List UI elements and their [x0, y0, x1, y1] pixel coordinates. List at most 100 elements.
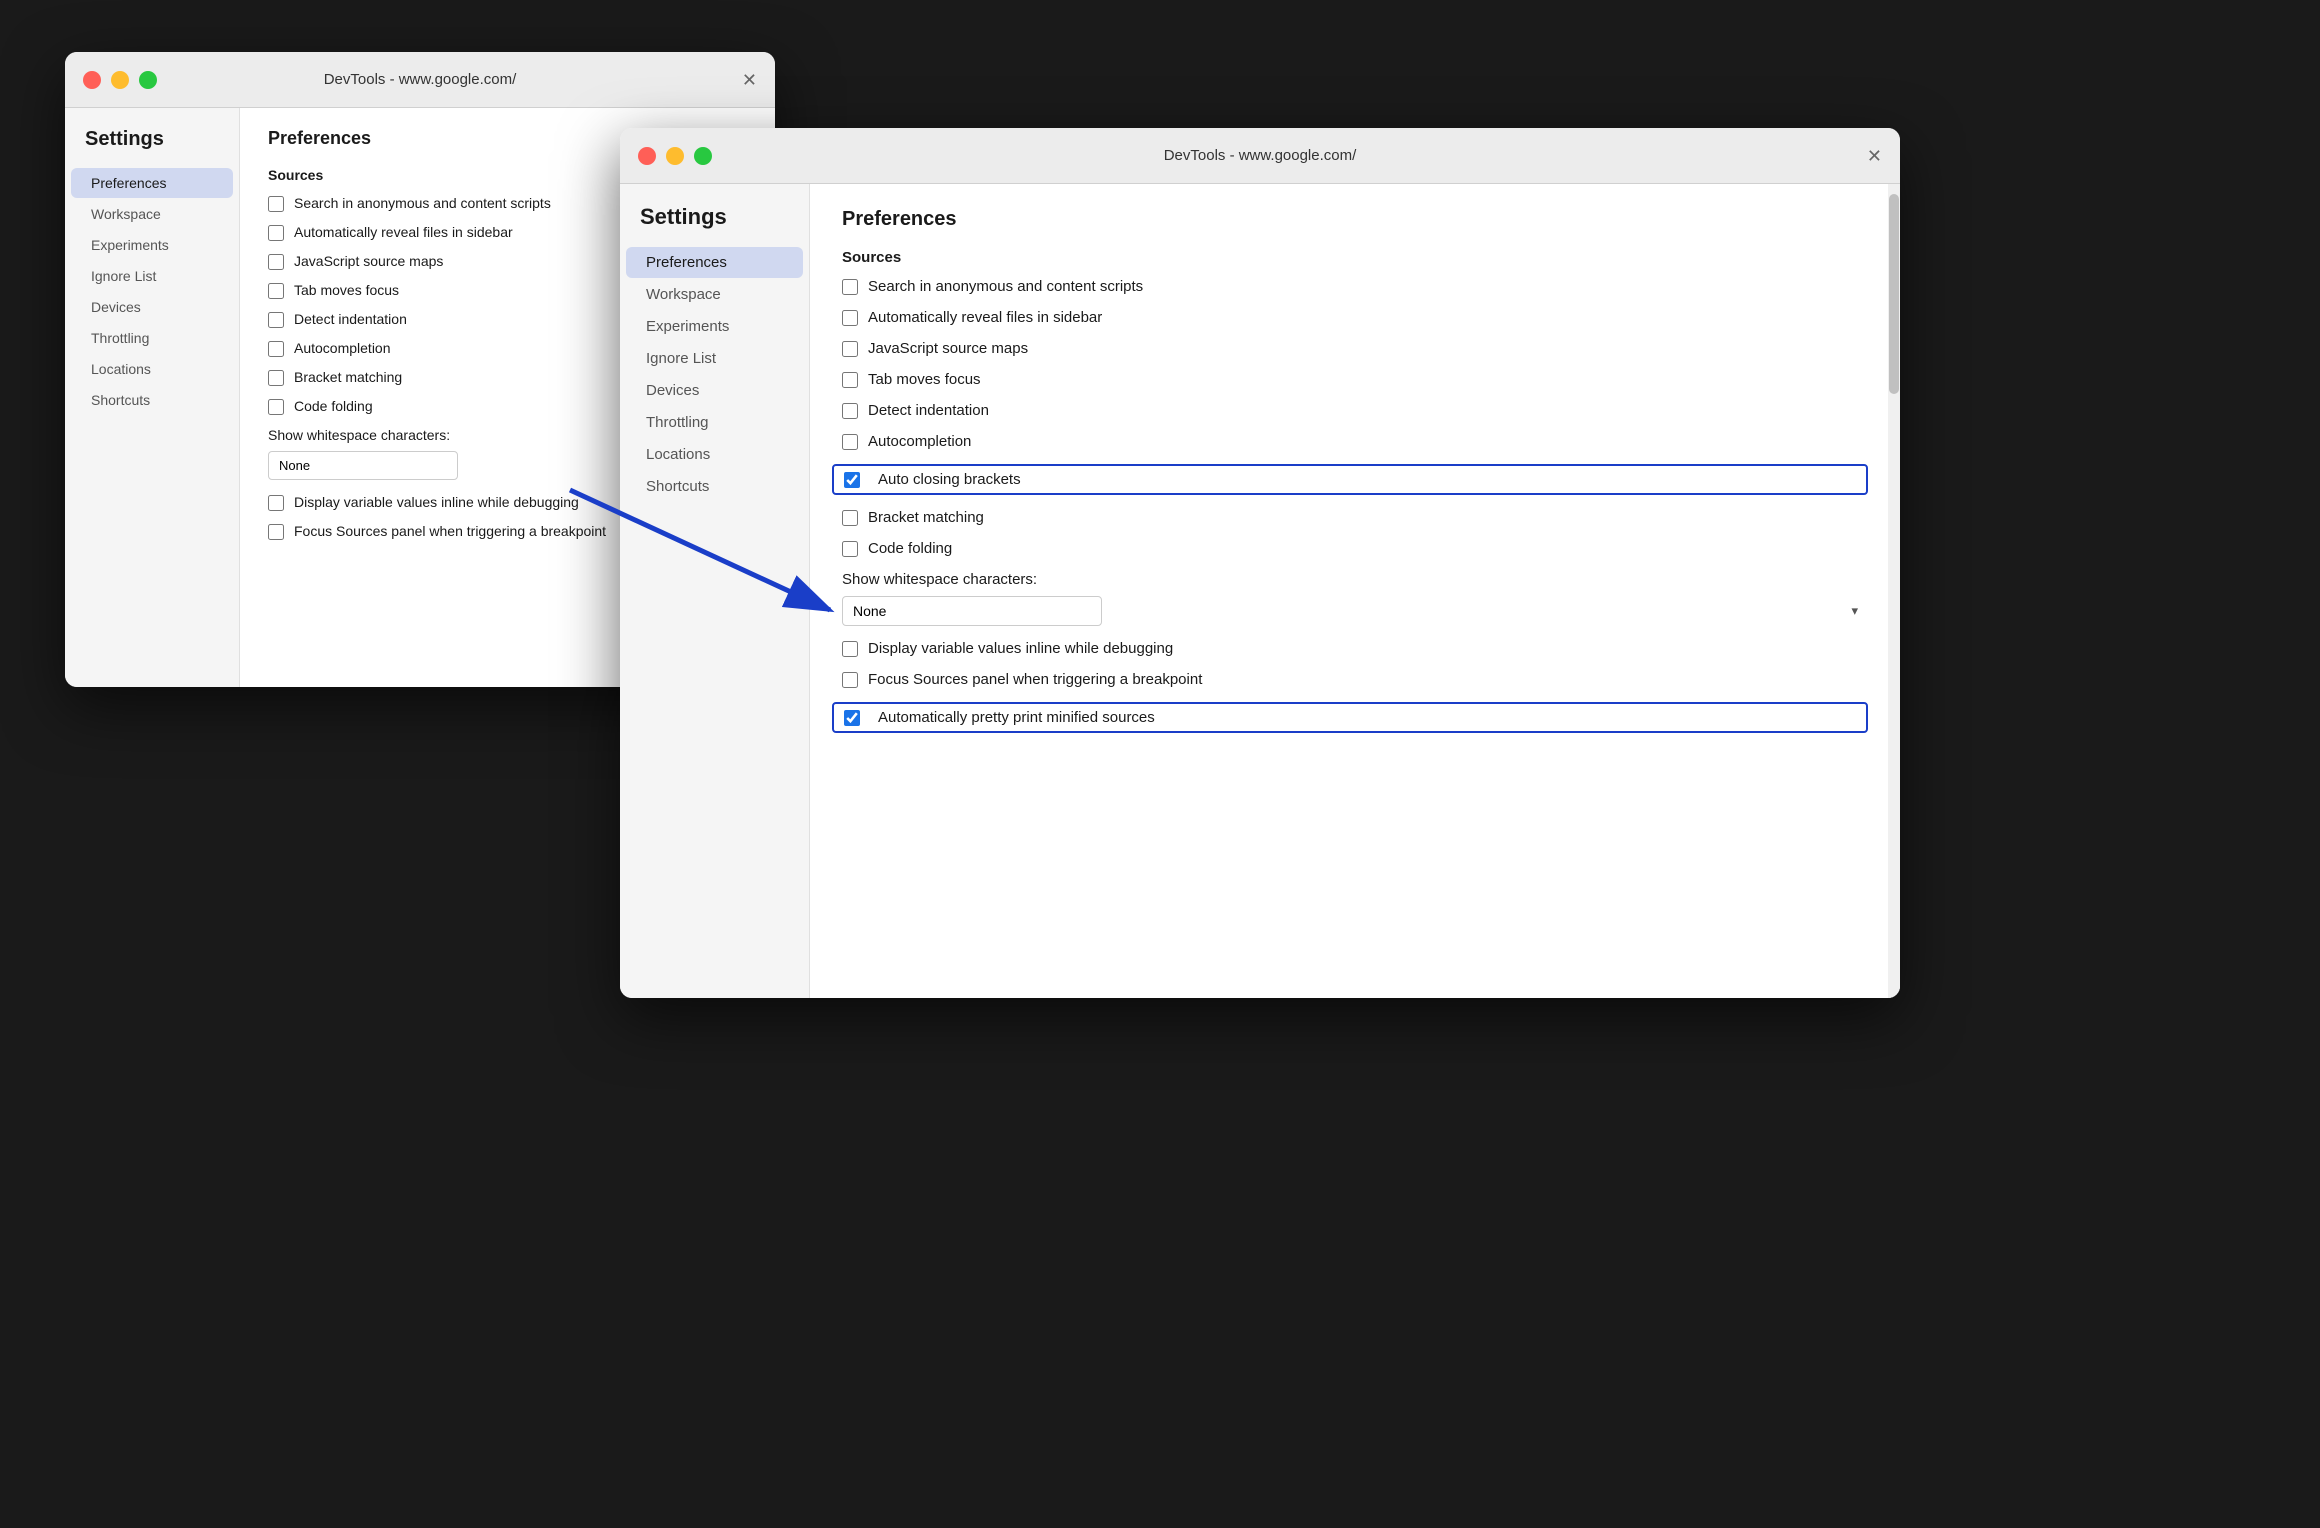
scrollbar-thumb-2[interactable]	[1889, 194, 1899, 394]
checkbox-tabfocus-2: Tab moves focus	[842, 371, 1868, 388]
sidebar-item-workspace-2[interactable]: Workspace	[626, 279, 803, 310]
whitespace-select-2[interactable]: None All Trailing	[842, 596, 1102, 626]
sidebar-item-shortcuts-1[interactable]: Shortcuts	[71, 385, 233, 415]
sidebar-item-preferences-1[interactable]: Preferences	[71, 168, 233, 198]
whitespace-select-wrapper-2: None All Trailing	[842, 596, 1868, 626]
checkbox-breakpoint-input-1[interactable]	[268, 524, 284, 540]
sidebar-item-ignorelist-1[interactable]: Ignore List	[71, 261, 233, 291]
checkbox-codefolding-2: Code folding	[842, 540, 1868, 557]
minimize-button-1[interactable]	[111, 71, 129, 89]
sidebar-2: Settings Preferences Workspace Experimen…	[620, 184, 810, 998]
checkbox-sourcemaps-2: JavaScript source maps	[842, 340, 1868, 357]
main-content-2: Preferences Sources Search in anonymous …	[810, 184, 1900, 998]
titlebar-2: DevTools - www.google.com/ ✕	[620, 128, 1900, 184]
checkbox-bracketmatch-label-2: Bracket matching	[868, 509, 984, 526]
subsection-title-2: Sources	[842, 249, 1868, 266]
checkbox-autoclosing-2: Auto closing brackets	[832, 464, 1868, 495]
checkbox-tabfocus-input-2[interactable]	[842, 372, 858, 388]
checkbox-brackets-input-1[interactable]	[268, 370, 284, 386]
checkbox-breakpoint-label-1: Focus Sources panel when triggering a br…	[294, 523, 606, 539]
checkbox-anon-input-1[interactable]	[268, 196, 284, 212]
checkbox-autocomplete-input-2[interactable]	[842, 434, 858, 450]
settings-heading-2: Settings	[620, 204, 809, 246]
whitespace-label-2: Show whitespace characters:	[842, 571, 1868, 588]
checkbox-indent-2: Detect indentation	[842, 402, 1868, 419]
scrollbar-track-2[interactable]	[1888, 184, 1900, 998]
checkbox-brackets-label-1: Bracket matching	[294, 369, 402, 385]
sidebar-item-workspace-1[interactable]: Workspace	[71, 199, 233, 229]
checkbox-indent-label-2: Detect indentation	[868, 402, 989, 419]
settings-heading-1: Settings	[65, 128, 239, 167]
checkbox-sourcemaps-label-1: JavaScript source maps	[294, 253, 443, 269]
checkbox-bracketmatch-2: Bracket matching	[842, 509, 1868, 526]
checkbox-breakpoint-label-2: Focus Sources panel when triggering a br…	[868, 671, 1202, 688]
checkbox-breakpoint-2: Focus Sources panel when triggering a br…	[842, 671, 1868, 688]
window-title-1: DevTools - www.google.com/	[324, 71, 517, 88]
checkbox-codefolding-label-2: Code folding	[868, 540, 952, 557]
checkbox-tabfocus-input-1[interactable]	[268, 283, 284, 299]
checkbox-bracketmatch-input-2[interactable]	[842, 510, 858, 526]
checkbox-reveal-label-2: Automatically reveal files in sidebar	[868, 309, 1102, 326]
checkbox-codefolding-label-1: Code folding	[294, 398, 373, 414]
checkbox-autoclosing-input-2[interactable]	[844, 472, 860, 488]
checkbox-reveal-input-1[interactable]	[268, 225, 284, 241]
maximize-button-2[interactable]	[694, 147, 712, 165]
checkbox-indent-label-1: Detect indentation	[294, 311, 407, 327]
checkbox-anon-label-2: Search in anonymous and content scripts	[868, 278, 1143, 295]
checkbox-anon-label-1: Search in anonymous and content scripts	[294, 195, 551, 211]
whitespace-select-1[interactable]: None All Trailing	[268, 451, 458, 480]
settings-close-1[interactable]: ✕	[742, 71, 757, 89]
minimize-button-2[interactable]	[666, 147, 684, 165]
settings-close-2[interactable]: ✕	[1867, 147, 1882, 165]
checkbox-sourcemaps-input-2[interactable]	[842, 341, 858, 357]
settings-body-2: Settings Preferences Workspace Experimen…	[620, 184, 1900, 998]
sidebar-item-locations-1[interactable]: Locations	[71, 354, 233, 384]
sidebar-item-experiments-2[interactable]: Experiments	[626, 311, 803, 342]
checkbox-autocomplete-label-1: Autocompletion	[294, 340, 391, 356]
checkbox-inline-input-2[interactable]	[842, 641, 858, 657]
checkbox-tabfocus-label-1: Tab moves focus	[294, 282, 399, 298]
checkbox-codefolding-input-2[interactable]	[842, 541, 858, 557]
sidebar-item-throttling-1[interactable]: Throttling	[71, 323, 233, 353]
checkbox-indent-input-2[interactable]	[842, 403, 858, 419]
titlebar-1: DevTools - www.google.com/ ✕	[65, 52, 775, 108]
checkbox-inline-input-1[interactable]	[268, 495, 284, 511]
checkbox-inline-2: Display variable values inline while deb…	[842, 640, 1868, 657]
window-title-2: DevTools - www.google.com/	[1164, 147, 1357, 164]
checkbox-anon-2: Search in anonymous and content scripts	[842, 278, 1868, 295]
checkbox-sourcemaps-input-1[interactable]	[268, 254, 284, 270]
checkbox-anon-input-2[interactable]	[842, 279, 858, 295]
sidebar-item-shortcuts-2[interactable]: Shortcuts	[626, 471, 803, 502]
checkbox-reveal-2: Automatically reveal files in sidebar	[842, 309, 1868, 326]
sidebar-item-ignorelist-2[interactable]: Ignore List	[626, 343, 803, 374]
checkbox-codefolding-input-1[interactable]	[268, 399, 284, 415]
checkbox-autocomplete-2: Autocompletion	[842, 433, 1868, 450]
close-button-1[interactable]	[83, 71, 101, 89]
sidebar-1: Settings Preferences Workspace Experimen…	[65, 108, 240, 687]
sidebar-item-preferences-2[interactable]: Preferences	[626, 247, 803, 278]
checkbox-inline-label-2: Display variable values inline while deb…	[868, 640, 1173, 657]
checkbox-tabfocus-label-2: Tab moves focus	[868, 371, 981, 388]
devtools-window-2: DevTools - www.google.com/ ✕ Settings Pr…	[620, 128, 1900, 998]
checkbox-prettyprint-label-2: Automatically pretty print minified sour…	[878, 709, 1155, 726]
checkbox-prettyprint-2: Automatically pretty print minified sour…	[832, 702, 1868, 733]
sidebar-item-devices-2[interactable]: Devices	[626, 375, 803, 406]
checkbox-prettyprint-input-2[interactable]	[844, 710, 860, 726]
checkbox-inline-label-1: Display variable values inline while deb…	[294, 494, 579, 510]
close-button-2[interactable]	[638, 147, 656, 165]
sidebar-item-locations-2[interactable]: Locations	[626, 439, 803, 470]
traffic-lights-2	[638, 147, 712, 165]
checkbox-sourcemaps-label-2: JavaScript source maps	[868, 340, 1028, 357]
checkbox-breakpoint-input-2[interactable]	[842, 672, 858, 688]
checkbox-indent-input-1[interactable]	[268, 312, 284, 328]
maximize-button-1[interactable]	[139, 71, 157, 89]
checkbox-autoclosing-label-2: Auto closing brackets	[878, 471, 1021, 488]
section-title-2: Preferences	[842, 208, 1868, 231]
checkbox-autocomplete-label-2: Autocompletion	[868, 433, 971, 450]
checkbox-reveal-label-1: Automatically reveal files in sidebar	[294, 224, 513, 240]
checkbox-reveal-input-2[interactable]	[842, 310, 858, 326]
checkbox-autocomplete-input-1[interactable]	[268, 341, 284, 357]
sidebar-item-devices-1[interactable]: Devices	[71, 292, 233, 322]
sidebar-item-experiments-1[interactable]: Experiments	[71, 230, 233, 260]
sidebar-item-throttling-2[interactable]: Throttling	[626, 407, 803, 438]
